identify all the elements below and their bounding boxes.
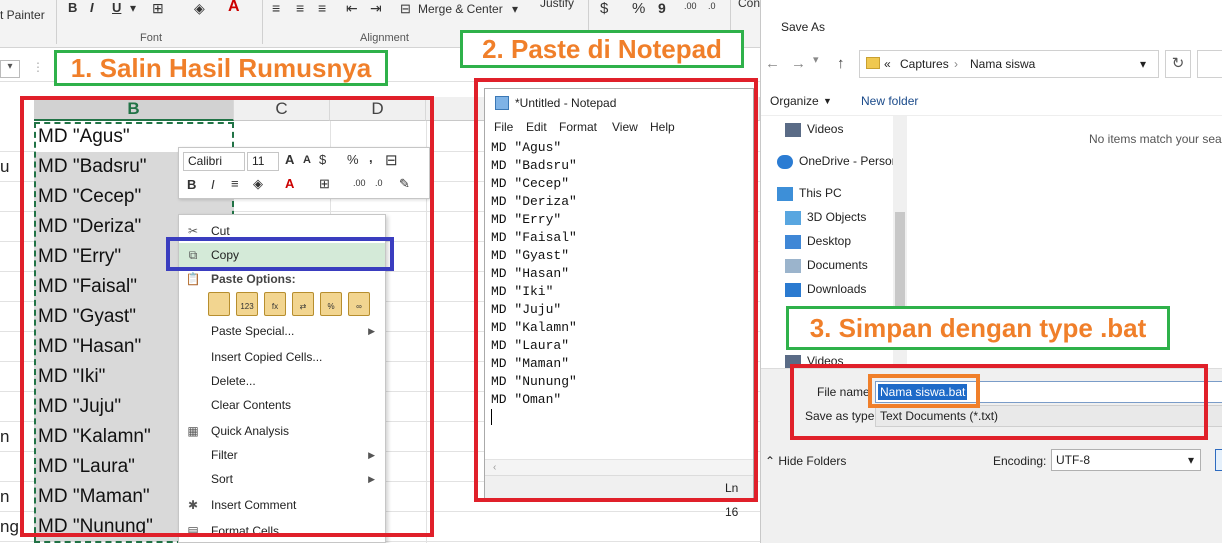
cloud-icon <box>777 154 793 169</box>
borders-icon[interactable]: ⊞ <box>152 0 164 17</box>
empty-folder-message: No items match your sear <box>1089 132 1222 146</box>
highlight-box-excel <box>20 96 434 537</box>
dialog-title: Save As <box>781 20 826 34</box>
tree-item-videos[interactable]: Videos <box>785 122 843 137</box>
breadcrumb-chevron-icon: « <box>884 57 891 71</box>
step-2-label: 2. Paste di Notepad <box>460 30 744 68</box>
ribbon-separator <box>56 0 57 44</box>
percent-button[interactable]: % <box>632 0 645 17</box>
increase-decimal-icon[interactable]: .00 <box>684 1 697 11</box>
search-box[interactable] <box>1197 50 1222 78</box>
chevron-up-icon: ⌃ <box>765 454 779 468</box>
currency-button[interactable]: $ <box>600 0 608 17</box>
up-icon[interactable]: ↑ <box>837 55 845 72</box>
conditional-formatting-button[interactable]: Conditional <box>738 0 760 10</box>
breadcrumb-separator-icon: › <box>954 57 958 71</box>
tree-item-desktop[interactable]: Desktop <box>785 234 851 249</box>
format-painter-button[interactable]: t Painter <box>0 8 45 22</box>
decrease-decimal-icon[interactable]: .0 <box>708 1 716 11</box>
download-icon <box>785 282 801 297</box>
organize-button[interactable]: Organize <box>770 94 819 108</box>
folder-icon <box>866 57 880 69</box>
increase-indent-icon[interactable]: ⇥ <box>370 0 382 17</box>
document-icon <box>785 258 801 273</box>
font-color-icon[interactable]: A <box>228 0 240 16</box>
navigation-bar: ← → ▾ ↑ « Captures › Nama siswa ▾ ↻ <box>761 48 1222 80</box>
tree-item-this-pc[interactable]: This PC <box>777 186 842 201</box>
more-options-icon: ⋮ <box>32 60 44 74</box>
dialog-toolbar: Organize ▼ New folder <box>761 86 1222 116</box>
step-1-label: 1. Salin Hasil Rumusnya <box>54 50 388 86</box>
align-right-icon[interactable]: ≡ <box>318 0 326 16</box>
computer-icon <box>777 186 793 201</box>
highlight-box-notepad <box>474 78 758 502</box>
align-center-icon[interactable]: ≡ <box>296 0 304 16</box>
tree-item-label: Documents <box>807 258 868 272</box>
hide-folders-button[interactable]: ⌃ Hide Folders <box>765 454 846 468</box>
merge-center-button[interactable]: Merge & Center <box>418 2 503 16</box>
dialog-footer: ⌃ Hide Folders Encoding: UTF-8 ▾ <box>761 444 1222 543</box>
tree-item-label: Downloads <box>807 282 867 296</box>
tree-item-label: 3D Objects <box>807 210 867 224</box>
chevron-down-icon[interactable]: ▾ <box>1140 51 1146 77</box>
highlight-box-filename <box>790 364 1208 440</box>
tree-item-documents[interactable]: Documents <box>785 258 868 273</box>
address-bar[interactable]: « Captures › Nama siswa ▾ <box>859 50 1159 78</box>
name-box[interactable]: ▾ <box>0 60 20 78</box>
breadcrumb-captures[interactable]: Captures <box>900 51 949 77</box>
save-button[interactable] <box>1215 449 1222 471</box>
tree-item-label: OneDrive - Person <box>799 154 899 168</box>
ribbon-separator <box>262 0 263 44</box>
encoding-select[interactable]: UTF-8 ▾ <box>1051 449 1201 471</box>
chevron-down-icon[interactable]: ▼ <box>823 96 832 106</box>
comma-button[interactable]: 9 <box>658 0 666 16</box>
tree-item-onedrive[interactable]: OneDrive - Person <box>777 154 898 169</box>
bold-button[interactable]: B <box>68 0 77 15</box>
italic-button[interactable]: I <box>90 0 94 15</box>
save-as-dialog: Save As ← → ▾ ↑ « Captures › Nama siswa … <box>760 0 1222 543</box>
fill-color-icon[interactable]: ◈ <box>194 0 205 17</box>
tree-item-downloads[interactable]: Downloads <box>785 282 866 297</box>
new-folder-button[interactable]: New folder <box>861 94 918 108</box>
align-left-icon[interactable]: ≡ <box>272 0 280 16</box>
forward-icon[interactable]: → <box>791 55 806 72</box>
tree-item-label: This PC <box>799 186 842 200</box>
cube-icon <box>785 210 801 225</box>
chevron-down-icon[interactable]: ▾ <box>130 1 136 15</box>
breadcrumb-nama-siswa[interactable]: Nama siswa <box>970 51 1035 77</box>
desktop-icon <box>785 234 801 249</box>
chevron-down-icon[interactable]: ▾ <box>512 2 518 16</box>
chevron-down-icon: ▾ <box>1187 453 1194 467</box>
tree-item-3d-objects[interactable]: 3D Objects <box>785 210 866 225</box>
encoding-label: Encoding: <box>993 454 1047 468</box>
highlight-box-bat-name <box>868 374 980 408</box>
hide-folders-label: Hide Folders <box>778 454 847 468</box>
scrollbar-thumb[interactable] <box>895 212 905 308</box>
font-group-label: Font <box>140 32 163 44</box>
highlight-box-copy <box>166 237 394 271</box>
encoding-value: UTF-8 <box>1056 453 1090 467</box>
tree-item-label: Desktop <box>807 234 852 248</box>
chevron-down-icon[interactable]: ▾ <box>813 53 819 66</box>
merge-center-icon[interactable]: ⊟ <box>400 1 411 17</box>
underline-button[interactable]: U <box>112 0 121 15</box>
decrease-indent-icon[interactable]: ⇤ <box>346 0 358 17</box>
tree-item-label: Videos <box>807 122 844 136</box>
justify-button[interactable]: Justify <box>540 0 574 10</box>
video-folder-icon <box>785 122 801 137</box>
refresh-icon[interactable]: ↻ <box>1165 50 1191 78</box>
step-3-label: 3. Simpan dengan type .bat <box>786 306 1170 350</box>
alignment-group-label: Alignment <box>360 32 409 44</box>
back-icon[interactable]: ← <box>765 55 780 72</box>
